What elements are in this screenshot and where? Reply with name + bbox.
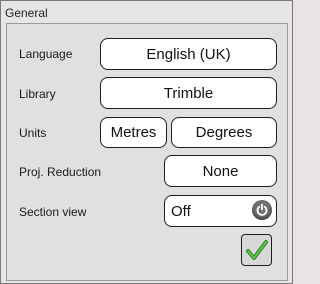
projection-reduction-button[interactable]: None <box>164 155 277 187</box>
general-settings-dialog: General Language English (UK) Library Tr… <box>0 0 293 284</box>
language-label: Language <box>19 47 73 61</box>
angle-units-button[interactable]: Degrees <box>171 117 277 148</box>
power-icon <box>252 200 272 220</box>
dialog-title: General <box>5 6 48 20</box>
checkmark-icon <box>245 240 268 260</box>
library-button[interactable]: Trimble <box>100 77 277 109</box>
distance-units-button[interactable]: Metres <box>100 117 167 148</box>
library-label: Library <box>19 87 56 101</box>
section-view-label: Section view <box>19 205 87 219</box>
projection-reduction-label: Proj. Reduction <box>19 165 102 179</box>
language-button[interactable]: English (UK) <box>100 38 277 70</box>
confirm-button[interactable] <box>241 234 272 266</box>
section-view-toggle[interactable]: Off <box>164 195 277 227</box>
section-view-state: Off <box>171 202 191 220</box>
units-label: Units <box>19 126 47 140</box>
